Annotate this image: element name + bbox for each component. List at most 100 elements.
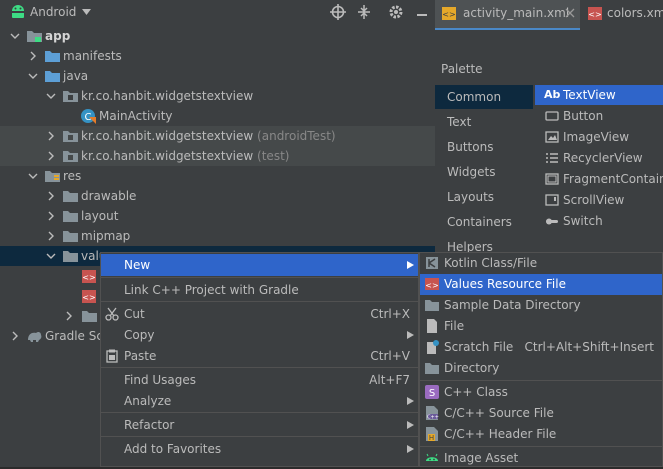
submenu-arrow-icon [407,331,414,339]
chevron-down-icon[interactable] [28,71,38,81]
chevron-right-icon[interactable] [64,311,74,321]
menu-item-cut[interactable]: Cut Ctrl+X [101,303,418,325]
tree-item-label: layout [81,209,119,223]
tree-item-manifests[interactable]: manifests [0,46,435,66]
menu-item-copy[interactable]: Copy [101,324,418,346]
submenu-item-kotlin-class[interactable]: Kotlin Class/File [420,253,662,274]
tree-item-app[interactable]: app [0,26,435,46]
tree-item-mipmap[interactable]: mipmap [0,226,435,246]
tree-item-label: MainActivity [99,109,173,123]
submenu-item-file[interactable]: File [420,316,662,337]
palette-category-buttons[interactable]: Buttons [435,135,533,159]
tree-item-package[interactable]: kr.co.hanbit.widgetstextview [0,86,435,106]
palette-category-containers[interactable]: Containers [435,210,533,234]
xml-file-icon: <> [82,290,96,303]
submenu-item-values-resource-file[interactable]: <> Values Resource File [420,274,662,295]
chevron-right-icon[interactable] [46,131,56,141]
image-icon [545,131,559,143]
close-icon[interactable] [565,8,575,18]
gear-icon[interactable] [388,4,404,20]
chevron-right-icon[interactable] [10,331,20,341]
chevron-down-icon[interactable] [10,31,20,41]
palette-category-common[interactable]: Common [435,85,533,109]
menu-separator [420,446,662,447]
xml-file-icon: <> [82,270,96,283]
android-view-icon [10,4,26,20]
menu-item-paste[interactable]: Paste Ctrl+V [101,345,418,367]
tree-item-package-androidtest[interactable]: kr.co.hanbit.widgetstextview (androidTes… [0,126,435,146]
menu-item-find-usages[interactable]: Find Usages Alt+F7 [101,369,418,391]
tree-item-mainactivity[interactable]: C MainActivity [0,106,435,126]
module-folder-icon [27,29,42,43]
chevron-right-icon[interactable] [28,51,38,61]
svg-text:<>: <> [82,293,95,302]
palette-item-imageview[interactable]: ImageView [535,127,663,147]
file-icon [425,319,439,333]
folder-icon [63,189,78,203]
folder-icon [63,229,78,243]
menu-separator [420,380,662,381]
project-header: Android [0,0,435,24]
tree-item-label: kr.co.hanbit.widgetstextview (test) [81,149,290,163]
submenu-item-image-asset[interactable]: Image Asset [420,448,662,469]
chevron-down-icon[interactable] [46,251,56,261]
menu-item-link-cpp[interactable]: Link C++ Project with Gradle [101,279,418,301]
submenu-item-cpp-header-file[interactable]: H C/C++ Header File [420,424,662,445]
submenu-item-cpp-class[interactable]: S C++ Class [420,382,662,403]
resource-folder-icon [45,169,60,183]
cpp-header-icon: H [425,427,439,441]
palette-item-switch[interactable]: Switch [535,211,663,231]
chevron-right-icon[interactable] [46,211,56,221]
svg-text:H: H [429,434,434,441]
tree-item-label: app [45,29,71,43]
palette-item-recyclerview[interactable]: RecyclerView [535,148,663,168]
tree-item-label: kr.co.hanbit.widgetstextview [81,89,254,103]
submenu-arrow-icon [407,445,414,453]
minimize-icon[interactable] [414,4,430,20]
chevron-down-icon[interactable] [82,9,91,15]
submenu-item-directory[interactable]: Directory [420,358,662,379]
chevron-right-icon[interactable] [46,151,56,161]
svg-text:S: S [429,388,435,399]
palette-item-scrollview[interactable]: ScrollView [535,190,663,210]
chevron-right-icon[interactable] [46,191,56,201]
folder-icon [45,69,60,83]
tree-item-label: mipmap [81,229,131,243]
project-view-selector[interactable]: Android [30,5,76,19]
collapse-all-icon[interactable] [356,4,372,20]
tree-item-res[interactable]: res [0,166,435,186]
submenu-item-scratch-file[interactable]: Scratch File Ctrl+Alt+Shift+Insert [420,337,662,358]
palette-item-button[interactable]: Button [535,106,663,126]
palette-item-textview[interactable]: Ab TextView [535,85,663,105]
palette-item-fragmentcontainer[interactable]: FragmentContaine [535,169,663,189]
menu-item-refactor[interactable]: Refactor [101,414,418,436]
palette-category-text[interactable]: Text [435,110,533,134]
tab-activity-main-xml[interactable]: <> activity_main.xml [435,0,580,31]
menu-item-analyze[interactable]: Analyze [101,390,418,412]
chevron-right-icon[interactable] [46,231,56,241]
menu-separator [101,436,418,437]
tab-colors-xml[interactable]: <> colors.xml [582,0,663,28]
locate-icon[interactable] [330,4,346,20]
menu-item-add-to-favorites[interactable]: Add to Favorites [101,438,418,460]
submenu-arrow-icon [407,421,414,429]
folder-icon [425,298,439,312]
tree-item-drawable[interactable]: drawable [0,186,435,206]
palette-category-widgets[interactable]: Widgets [435,160,533,184]
chevron-down-icon[interactable] [28,171,38,181]
folder-icon [63,249,78,263]
layout-file-icon: <> [442,7,456,20]
submenu-item-cpp-source-file[interactable]: C++ C/C++ Source File [420,403,662,424]
palette-category-layouts[interactable]: Layouts [435,185,533,209]
tree-item-label: drawable [81,189,137,203]
chevron-down-icon[interactable] [46,91,56,101]
tree-item-layout[interactable]: layout [0,206,435,226]
list-icon [545,152,559,164]
tree-item-java[interactable]: java [0,66,435,86]
tree-item-package-test[interactable]: kr.co.hanbit.widgetstextview (test) [0,146,435,166]
svg-text:<>: <> [442,10,455,19]
menu-item-new[interactable]: New [101,254,418,276]
scroll-icon [545,194,559,206]
tree-item-gradle-scripts[interactable]: Gradle Scr [0,326,108,346]
submenu-item-sample-data-directory[interactable]: Sample Data Directory [420,295,662,316]
